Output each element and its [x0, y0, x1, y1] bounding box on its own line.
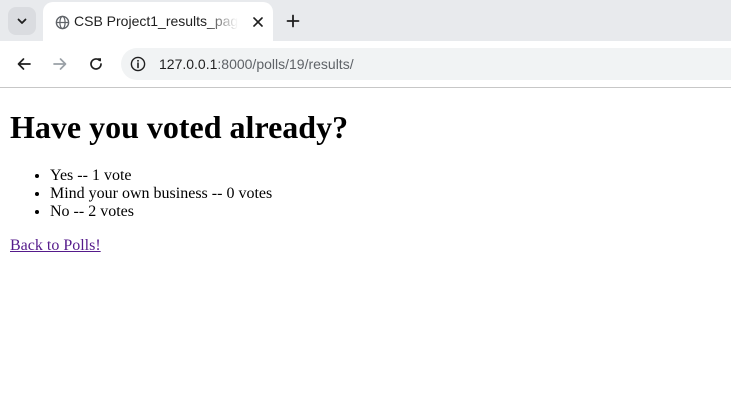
back-to-polls-link[interactable]: Back to Polls!: [10, 237, 101, 255]
globe-icon: [54, 14, 70, 30]
page-title: Have you voted already?: [10, 109, 349, 145]
results-list: Yes -- 1 vote Mind your own business -- …: [10, 167, 272, 221]
back-button[interactable]: [11, 51, 37, 77]
tab-search-button[interactable]: [8, 7, 36, 35]
info-icon[interactable]: [129, 55, 147, 73]
arrow-left-icon: [17, 58, 31, 70]
url-host: 127.0.0.1: [159, 56, 218, 72]
result-item-mind-your-own-business: Mind your own business -- 0 votes: [50, 185, 272, 203]
browser-window: CSB Project1_results_page 127.0.0.1:8000…: [0, 0, 731, 416]
url-text[interactable]: 127.0.0.1:8000/polls/19/results/: [159, 54, 354, 74]
new-tab-button[interactable]: [280, 8, 306, 34]
forward-button[interactable]: [47, 51, 73, 77]
browser-toolbar: 127.0.0.1:8000/polls/19/results/: [0, 41, 731, 88]
result-item-yes: Yes -- 1 vote: [50, 167, 272, 185]
chevron-down-icon: [17, 18, 27, 24]
url-path: :8000/polls/19/results/: [217, 56, 354, 72]
page-content: Have you voted already? Yes -- 1 vote Mi…: [0, 88, 731, 416]
reload-icon: [90, 58, 102, 70]
address-bar[interactable]: 127.0.0.1:8000/polls/19/results/: [121, 48, 731, 80]
tab-strip: CSB Project1_results_page: [0, 0, 731, 41]
arrow-right-icon: [53, 58, 67, 70]
plus-icon: [286, 14, 300, 28]
active-tab[interactable]: CSB Project1_results_page: [43, 2, 273, 41]
result-item-no: No -- 2 votes: [50, 203, 272, 221]
reload-button[interactable]: [83, 51, 109, 77]
close-tab-icon[interactable]: [248, 12, 268, 32]
tab-title: CSB Project1_results_page: [74, 13, 238, 29]
